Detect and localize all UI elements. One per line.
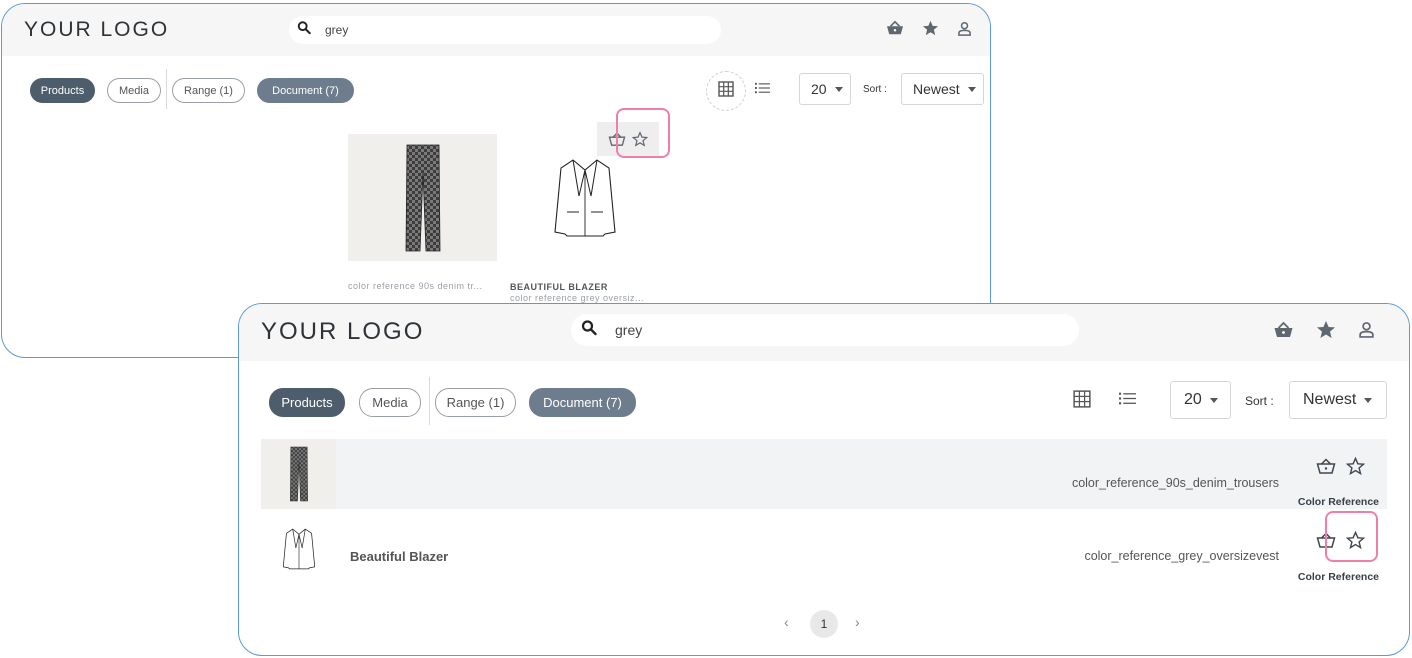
per-page-value: 20: [811, 81, 827, 97]
row-title[interactable]: Beautiful Blazer: [350, 549, 448, 564]
per-page-select[interactable]: 20: [1170, 381, 1231, 419]
chevron-down-icon: [834, 86, 843, 92]
list-view-button[interactable]: [1116, 391, 1138, 411]
header-actions: [886, 20, 972, 36]
search-icon: [297, 21, 311, 40]
search-value: grey: [615, 322, 643, 338]
row-thumbnail[interactable]: [261, 514, 336, 584]
filter-products[interactable]: Products: [30, 78, 95, 103]
grid-view-button[interactable]: [1071, 389, 1093, 413]
sort-label: Sort :: [863, 84, 887, 95]
filter-divider: [429, 377, 430, 425]
star-icon[interactable]: [1316, 320, 1336, 339]
highlight-box: [1325, 511, 1378, 562]
filter-divider: [166, 69, 167, 109]
sort-value: Newest: [1303, 391, 1357, 408]
per-page-value: 20: [1184, 391, 1202, 408]
prev-page-button[interactable]: ‹: [784, 614, 789, 630]
page-number-current[interactable]: 1: [810, 610, 838, 638]
row-reference: color_reference_90s_denim_trousers: [1071, 476, 1279, 490]
filter-document[interactable]: Document (7): [529, 388, 636, 417]
sort-select[interactable]: Newest: [901, 73, 984, 105]
sort-label: Sort :: [1245, 394, 1274, 408]
header-bar: YOUR LOGO grey: [239, 304, 1409, 361]
filter-range[interactable]: Range (1): [435, 388, 516, 417]
user-icon[interactable]: [1358, 321, 1375, 338]
row-type-label: Color Reference: [1297, 571, 1379, 583]
user-icon[interactable]: [957, 21, 972, 36]
product-card-image-trousers[interactable]: [348, 134, 497, 261]
list-item[interactable]: Beautiful Blazer color_reference_grey_ov…: [261, 514, 1387, 584]
header-actions: [1273, 320, 1375, 339]
list-icon: [1118, 392, 1136, 410]
trousers-image: [289, 446, 308, 502]
search-input[interactable]: grey: [571, 314, 1079, 346]
next-page-button[interactable]: ›: [855, 614, 860, 630]
product-card-caption[interactable]: color reference 90s denim tr...: [348, 281, 497, 291]
star-outline-icon[interactable]: [1346, 457, 1365, 475]
filter-range[interactable]: Range (1): [172, 78, 245, 103]
sort-value: Newest: [913, 81, 960, 97]
sort-select[interactable]: Newest: [1289, 381, 1387, 419]
row-thumbnail[interactable]: [261, 439, 336, 509]
row-actions: [1316, 457, 1365, 475]
basket-outline-icon[interactable]: [1316, 457, 1336, 475]
row-reference: color_reference_grey_oversizevest: [1084, 549, 1279, 563]
row-highlight-background: [336, 439, 1387, 509]
pagination: ‹ 1 ›: [239, 610, 1409, 638]
header-bar: YOUR LOGO grey: [2, 4, 990, 56]
logo[interactable]: YOUR LOGO: [24, 18, 169, 42]
grid-icon: [718, 80, 734, 102]
blazer-image: [553, 158, 616, 237]
search-input[interactable]: grey: [289, 16, 721, 44]
filter-media[interactable]: Media: [359, 388, 421, 417]
filter-products[interactable]: Products: [269, 388, 345, 417]
search-icon: [581, 320, 597, 341]
grid-view-button[interactable]: [706, 71, 746, 111]
product-card-title[interactable]: BEAUTIFUL BLAZER: [510, 282, 608, 292]
trousers-image: [405, 144, 440, 251]
blazer-image: [282, 528, 315, 570]
logo[interactable]: YOUR LOGO: [261, 318, 424, 346]
basket-icon[interactable]: [886, 20, 904, 36]
highlight-box: [616, 108, 670, 158]
list-icon: [754, 81, 770, 99]
list-view-window: YOUR LOGO grey Products Media Range (1) …: [238, 303, 1410, 656]
per-page-select[interactable]: 20: [799, 73, 851, 105]
chevron-down-icon: [967, 86, 976, 92]
grid-icon: [1073, 389, 1091, 413]
star-icon[interactable]: [922, 20, 939, 36]
chevron-down-icon: [1364, 397, 1373, 403]
list-view-button[interactable]: [752, 80, 772, 100]
chevron-down-icon: [1209, 397, 1218, 403]
product-card-caption[interactable]: color reference grey oversiz...: [510, 293, 659, 303]
search-value: grey: [325, 23, 349, 37]
filter-document[interactable]: Document (7): [257, 78, 354, 103]
list-item[interactable]: color_reference_90s_denim_trousers Color…: [261, 439, 1387, 509]
row-type-label: Color Reference: [1297, 496, 1379, 508]
filter-media[interactable]: Media: [107, 78, 161, 103]
basket-icon[interactable]: [1273, 321, 1294, 339]
